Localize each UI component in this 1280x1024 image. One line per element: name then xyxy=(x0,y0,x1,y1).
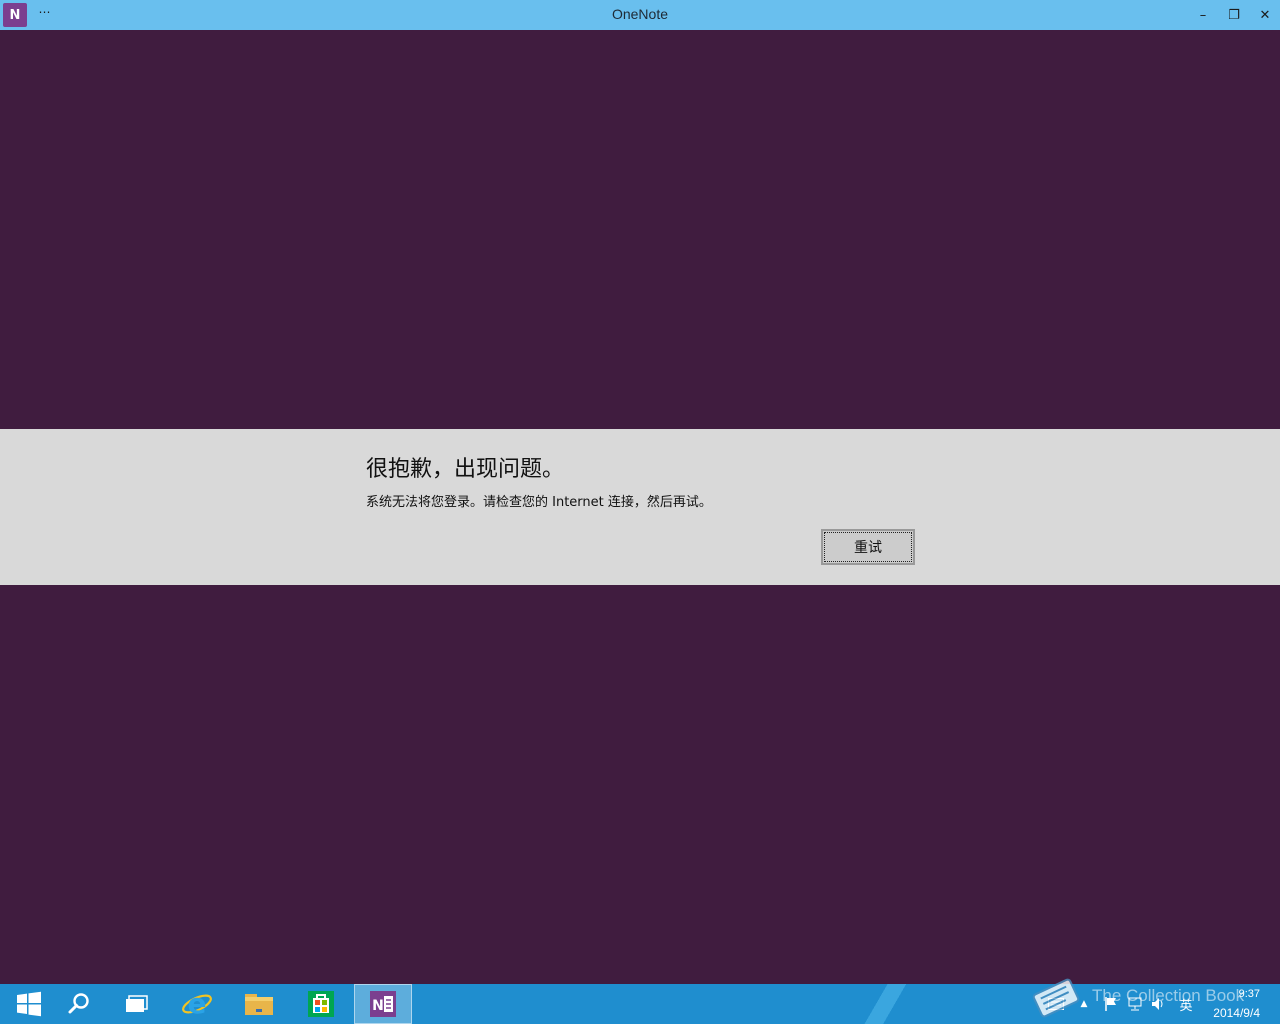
svg-text:e: e xyxy=(188,988,207,1020)
file-explorer-button[interactable] xyxy=(230,984,288,1024)
taskbar-decoration xyxy=(855,984,925,1024)
ie-icon: e xyxy=(182,988,212,1020)
title-bar: N ⋯ OneNote – ❐ ✕ xyxy=(0,0,1280,30)
close-button[interactable]: ✕ xyxy=(1250,3,1280,27)
store-icon xyxy=(308,991,334,1017)
error-message: 系统无法将您登录。请检查您的 Internet 连接，然后再试。 xyxy=(366,495,712,510)
retry-button[interactable]: 重试 xyxy=(821,529,915,565)
error-panel: 很抱歉，出现问题。 系统无法将您登录。请检查您的 Internet 连接，然后再… xyxy=(0,429,1280,585)
watermark-book-icon xyxy=(1032,978,1080,1018)
search-icon xyxy=(68,993,89,1014)
error-title: 很抱歉，出现问题。 xyxy=(366,457,565,482)
clock-date[interactable]: 2014/9/4 xyxy=(1200,1006,1260,1020)
input-language-indicator[interactable]: 英 xyxy=(1177,996,1195,1014)
minimize-button[interactable]: – xyxy=(1188,3,1218,27)
task-view-icon xyxy=(126,995,148,1012)
folder-icon xyxy=(245,994,273,1015)
taskbar: e N The Collection Book ▲ 英 9:37 2014/9/… xyxy=(0,984,1280,1024)
volume-icon[interactable] xyxy=(1151,996,1165,1012)
flag-icon[interactable] xyxy=(1104,996,1118,1012)
onenote-icon: N xyxy=(370,991,396,1017)
search-button[interactable] xyxy=(50,984,108,1024)
store-button[interactable] xyxy=(292,984,350,1024)
windows-logo-icon xyxy=(17,991,41,1017)
svg-text:N: N xyxy=(372,998,384,1014)
network-icon[interactable] xyxy=(1128,996,1142,1012)
window-title: OneNote xyxy=(611,6,669,22)
onenote-taskbar-button[interactable]: N xyxy=(354,984,412,1024)
task-view-button[interactable] xyxy=(108,984,166,1024)
restore-button[interactable]: ❐ xyxy=(1219,3,1249,27)
internet-explorer-button[interactable]: e xyxy=(168,984,226,1024)
clock-time[interactable]: 9:37 xyxy=(1200,988,1260,1000)
